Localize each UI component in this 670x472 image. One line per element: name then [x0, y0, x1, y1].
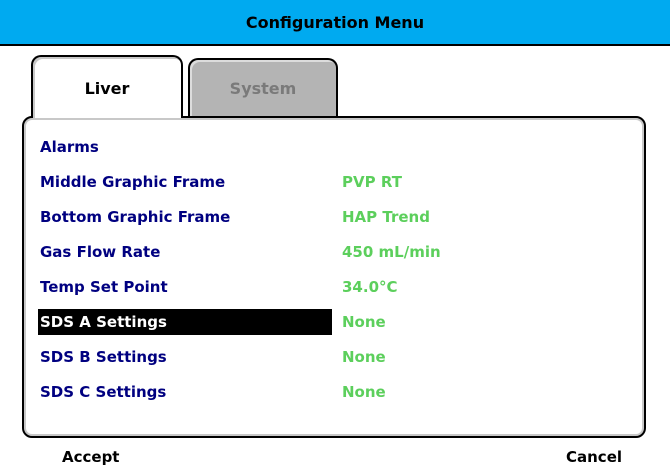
setting-value: 450 mL/min	[342, 243, 441, 261]
setting-label: Middle Graphic Frame	[40, 173, 226, 191]
setting-value: PVP RT	[342, 173, 402, 191]
setting-value: None	[342, 348, 386, 366]
title-bar: Configuration Menu	[0, 0, 670, 46]
tab-liver[interactable]: Liver	[31, 55, 183, 118]
cancel-button[interactable]: Cancel	[566, 448, 622, 466]
setting-label: SDS A Settings	[38, 309, 332, 335]
setting-value: 34.0°C	[342, 278, 398, 296]
window-title: Configuration Menu	[245, 13, 425, 32]
setting-label: Gas Flow Rate	[40, 243, 161, 261]
setting-value: HAP Trend	[342, 208, 430, 226]
setting-value: None	[342, 383, 386, 401]
accept-button[interactable]: Accept	[62, 448, 119, 466]
setting-label: Temp Set Point	[40, 278, 168, 296]
setting-label: Alarms	[40, 138, 99, 156]
setting-label: SDS B Settings	[40, 348, 167, 366]
setting-value: None	[342, 313, 386, 331]
setting-label: Bottom Graphic Frame	[40, 208, 231, 226]
tab-system[interactable]: System	[188, 58, 338, 116]
setting-label: SDS C Settings	[40, 383, 167, 401]
